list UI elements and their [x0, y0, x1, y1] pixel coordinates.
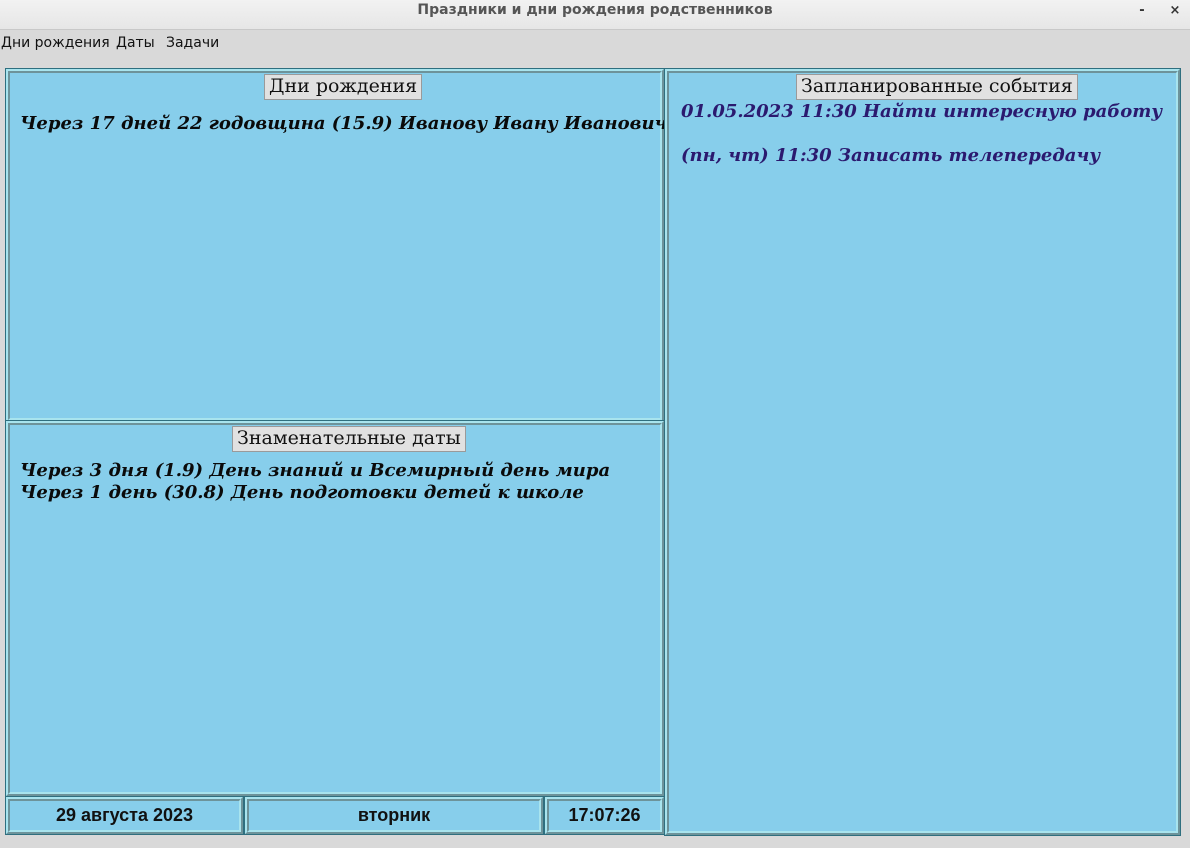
title-bar: Праздники и дни рождения родственников -… — [0, 0, 1190, 30]
status-time: 17:07:26 — [544, 796, 665, 835]
dates-panel: Знаменательные даты Через 3 дня (1.9) Де… — [5, 420, 665, 797]
birthdays-panel: Дни рождения Через 17 дней 22 годовщина … — [5, 68, 678, 423]
dates-panel-title: Знаменательные даты — [232, 426, 466, 452]
window-title: Праздники и дни рождения родственников — [417, 2, 773, 18]
date-item: Через 1 день (30.8) День подготовки дете… — [20, 482, 584, 503]
events-panel: Запланированные события 01.05.2023 11:30… — [664, 68, 1181, 836]
menu-dates[interactable]: Даты — [116, 35, 155, 51]
birthdays-panel-title: Дни рождения — [264, 74, 423, 100]
events-panel-title: Запланированные события — [796, 74, 1078, 100]
event-item: (пн, чт) 11:30 Записать телепередачу — [681, 145, 1101, 166]
menu-tasks[interactable]: Задачи — [166, 35, 219, 51]
event-item: 01.05.2023 11:30 Найти интересную работу — [681, 101, 1163, 122]
status-weekday: вторник — [244, 796, 544, 835]
status-date: 29 августа 2023 — [5, 796, 244, 835]
minimize-button[interactable]: - — [1134, 3, 1150, 18]
close-button[interactable]: × — [1167, 3, 1183, 18]
menu-bar: Дни рождения Даты Задачи — [0, 31, 1190, 56]
date-item: Через 3 дня (1.9) День знаний и Всемирны… — [20, 460, 611, 481]
birthday-item: Через 17 дней 22 годовщина (15.9) Иванов… — [20, 113, 679, 134]
menu-birthdays[interactable]: Дни рождения — [1, 35, 110, 51]
